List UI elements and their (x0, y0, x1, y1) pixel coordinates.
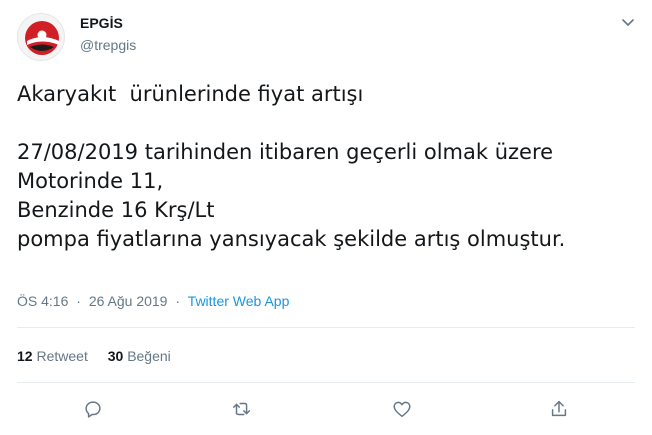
tweet-time[interactable]: ÖS 4:16 (17, 293, 68, 309)
tweet-meta: ÖS 4:16 · 26 Ağu 2019 · Twitter Web App (17, 293, 289, 309)
epgis-logo-icon (25, 21, 59, 55)
tweet-source-link[interactable]: Twitter Web App (188, 293, 290, 309)
chevron-down-icon[interactable] (620, 14, 636, 30)
divider (17, 327, 635, 328)
tweet-stats: 12 Retweet 30 Beğeni (17, 348, 187, 364)
share-icon[interactable] (548, 398, 572, 422)
heart-icon[interactable] (391, 398, 415, 422)
user-handle[interactable]: @trepgis (80, 37, 136, 53)
retweet-icon[interactable] (231, 398, 255, 422)
like-label: Beğeni (127, 348, 171, 364)
like-stat[interactable]: 30 Beğeni (108, 348, 171, 364)
reply-icon[interactable] (82, 398, 106, 422)
avatar[interactable] (17, 13, 65, 61)
retweet-label: Retweet (36, 348, 88, 364)
meta-separator: · (76, 293, 81, 309)
tweet-text: Akaryakıt ürünlerinde fiyat artışı 27/08… (17, 82, 566, 251)
retweet-count: 12 (17, 348, 33, 364)
retweet-stat[interactable]: 12 Retweet (17, 348, 88, 364)
divider (17, 382, 635, 383)
like-count: 30 (107, 348, 124, 364)
display-name[interactable]: EPGİS (80, 15, 123, 31)
action-bar (0, 398, 652, 422)
meta-separator: · (175, 293, 181, 309)
tweet-date[interactable]: 26 Ağu 2019 (89, 293, 168, 309)
